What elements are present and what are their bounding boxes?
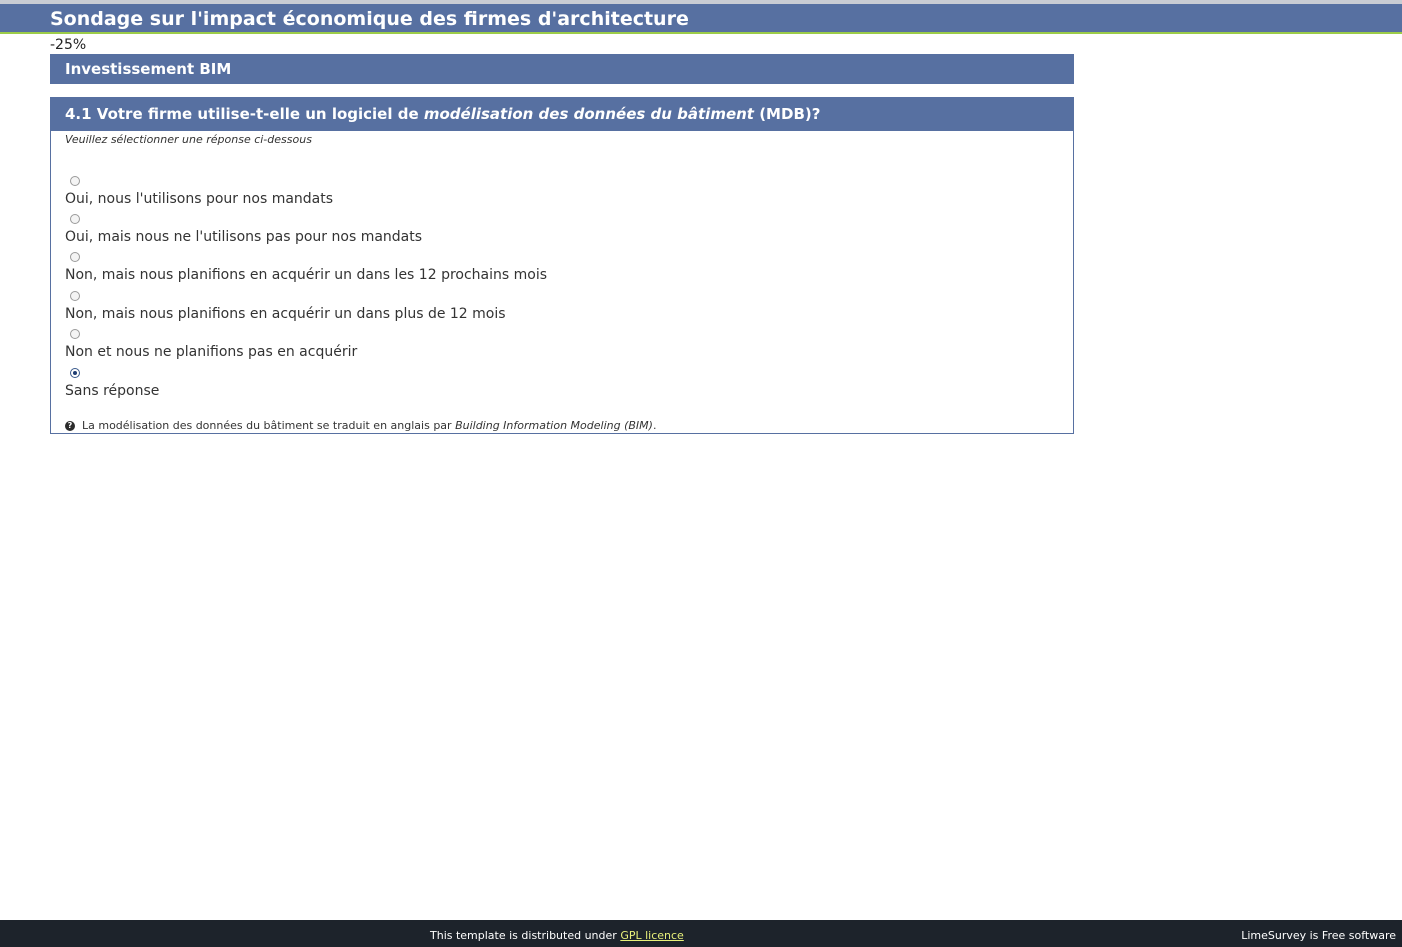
radio-button-6-selected[interactable] [70, 368, 80, 378]
answer-option-1[interactable]: Oui, nous l'utilisons pour nos mandats [65, 176, 765, 212]
question-text: 4.1 Votre firme utilise-t-elle un logici… [65, 106, 820, 123]
question-text-italic: modélisation des données du bâtiment [423, 105, 754, 123]
survey-header: Sondage sur l'impact économique des firm… [0, 4, 1402, 34]
page-footer: This template is distributed under GPL l… [0, 920, 1402, 947]
question-text-suffix: (MDB)? [753, 105, 821, 123]
gpl-licence-link[interactable]: GPL licence [620, 929, 684, 942]
answer-option-6[interactable]: Sans réponse [65, 368, 765, 404]
radio-button-5[interactable] [70, 329, 80, 339]
footer-license-text: This template is distributed under [430, 929, 621, 942]
radio-selected-dot [73, 371, 77, 375]
question-text-prefix: 4.1 Votre firme utilise-t-elle un logici… [65, 105, 424, 123]
answer-label-5[interactable]: Non et nous ne planifions pas en acquéri… [65, 344, 357, 361]
answer-label-3[interactable]: Non, mais nous planifions en acquérir un… [65, 267, 547, 284]
question-group-title: Investissement BIM [65, 60, 232, 78]
question-group-header: Investissement BIM [50, 54, 1074, 84]
question-instruction: Veuillez sélectionner une réponse ci-des… [65, 133, 312, 146]
help-text-suffix: . [652, 419, 657, 432]
radio-button-2[interactable] [70, 214, 80, 224]
answer-option-5[interactable]: Non et nous ne planifions pas en acquéri… [65, 329, 765, 365]
answer-label-1[interactable]: Oui, nous l'utilisons pour nos mandats [65, 191, 333, 208]
answer-option-4[interactable]: Non, mais nous planifions en acquérir un… [65, 291, 765, 327]
help-text-italic: Building Information Modeling (BIM) [455, 419, 653, 432]
radio-button-4[interactable] [70, 291, 80, 301]
answer-option-2[interactable]: Oui, mais nous ne l'utilisons pas pour n… [65, 214, 765, 250]
help-icon: ? [65, 421, 75, 431]
footer-limesurvey-text: LimeSurvey is Free software [1241, 929, 1396, 942]
question-container: 4.1 Votre firme utilise-t-elle un logici… [50, 97, 1074, 434]
radio-button-1[interactable] [70, 176, 80, 186]
progress-indicator: -25% [50, 37, 87, 53]
help-text-prefix: La modélisation des données du bâtiment … [82, 419, 456, 432]
answer-label-6[interactable]: Sans réponse [65, 383, 159, 400]
footer-license-notice: This template is distributed under GPL l… [430, 929, 684, 943]
answer-label-4[interactable]: Non, mais nous planifions en acquérir un… [65, 306, 506, 323]
help-text: La modélisation des données du bâtiment … [82, 419, 656, 433]
survey-title: Sondage sur l'impact économique des firm… [50, 8, 689, 30]
question-header: 4.1 Votre firme utilise-t-elle un logici… [51, 98, 1073, 131]
radio-button-3[interactable] [70, 252, 80, 262]
answer-label-2[interactable]: Oui, mais nous ne l'utilisons pas pour n… [65, 229, 422, 246]
answer-option-3[interactable]: Non, mais nous planifions en acquérir un… [65, 252, 765, 288]
